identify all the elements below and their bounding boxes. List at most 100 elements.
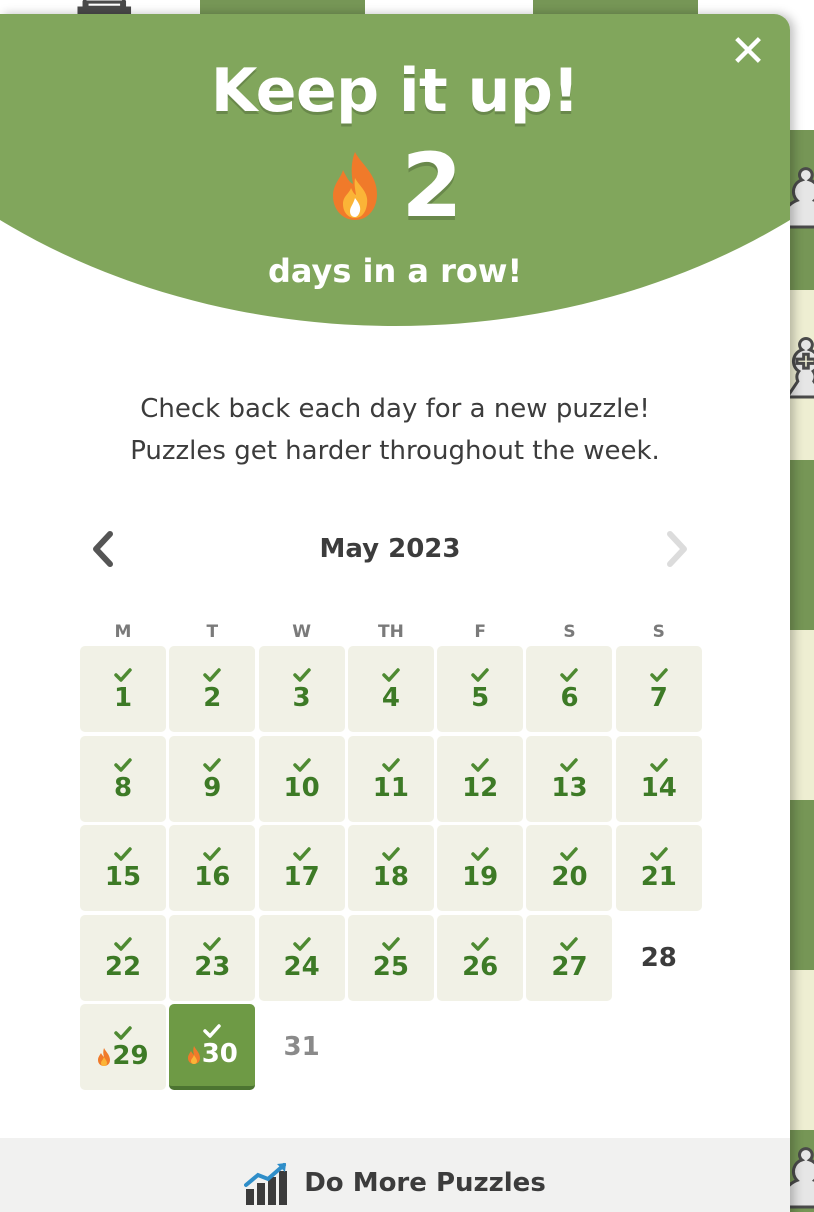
calendar-day[interactable]: 8 [80,735,166,822]
calendar-day[interactable]: 20 [526,825,613,911]
weekday-header: M T W TH F S S [80,622,700,642]
weekday-label: T [206,622,219,642]
check-icon [471,936,489,951]
board-square [790,800,814,970]
day-number: 3 [292,683,311,713]
streak-caption: days in a row! [267,252,523,290]
check-icon [203,757,222,772]
day-number: 14 [640,772,677,803]
calendar-day[interactable]: 14 [615,735,702,822]
day-number: 19 [462,862,499,892]
calendar-day[interactable]: 13 [526,735,613,822]
check-icon [560,668,579,682]
day-number-wrap: 30 [187,1041,238,1067]
board-square [790,970,814,1130]
check-icon [203,1024,222,1038]
check-icon [292,757,311,772]
calendar-day[interactable]: 6 [526,646,613,732]
day-number-wrap: 17 [284,864,320,890]
do-more-puzzles-label: Do More Puzzles [304,1168,546,1198]
check-icon [560,757,579,772]
chevron-right-icon [666,531,687,567]
day-number: 12 [462,772,499,803]
check-icon [114,936,132,951]
check-icon [560,847,579,861]
calendar-day[interactable]: 15 [80,825,166,911]
check-icon [382,847,400,861]
day-number: 16 [194,862,231,892]
day-number-wrap: 18 [373,864,409,890]
weekday-label: S [652,622,665,642]
check-icon [292,668,311,682]
calendar-day[interactable]: 16 [169,825,256,911]
calendar-day[interactable]: 27 [526,914,613,1001]
calendar-day[interactable]: 22 [80,914,166,1001]
do-more-puzzles-button[interactable]: Do More Puzzles [0,1138,790,1212]
day-number: 20 [551,862,588,892]
day-number-wrap: 15 [105,864,141,890]
calendar-day[interactable]: 21 [615,825,702,911]
day-number: 21 [640,862,677,892]
calendar-day[interactable]: 24 [258,914,345,1001]
day-number: 15 [104,862,142,892]
calendar-day[interactable]: 29 [80,1004,166,1090]
calendar-day[interactable]: 5 [437,646,524,732]
day-number: 5 [471,683,490,713]
weekday-label: W [292,622,311,642]
day-number: 31 [283,1032,320,1062]
month-title: May 2023 [319,534,461,564]
previous-month-button[interactable] [80,524,124,574]
check-icon [471,757,489,772]
day-number-wrap: 11 [373,775,409,801]
calendar-day[interactable]: 11 [347,735,434,822]
calendar-day[interactable]: 31 [259,1004,345,1090]
streak-counter: 2 [0,142,790,230]
board-square [790,460,814,630]
month-navigation: May 2023 [80,524,700,574]
check-icon [471,668,489,682]
info-line: Puzzles get harder throughout the week. [130,436,660,466]
day-number: 28 [640,942,677,973]
day-number-wrap: 5 [471,685,489,711]
streak-count: 2 [401,134,463,237]
day-number-wrap: 4 [382,685,400,711]
day-number-wrap: 27 [551,954,587,980]
day-number-wrap: 10 [284,775,320,801]
calendar-day[interactable]: 9 [169,735,256,822]
calendar-day[interactable]: 30 [169,1004,256,1090]
day-number: 23 [194,951,231,982]
calendar-day[interactable]: 25 [347,914,434,1001]
day-number-wrap: 26 [462,954,498,980]
calendar-day[interactable]: 17 [258,825,345,911]
calendar-day[interactable]: 3 [258,646,345,732]
day-number-wrap: 21 [641,864,677,890]
day-number-wrap: 22 [105,954,141,980]
check-icon [114,757,132,772]
calendar-day[interactable]: 12 [437,735,524,822]
chevron-left-icon [93,531,113,567]
next-month-button[interactable] [656,524,700,574]
check-icon [650,668,668,682]
calendar-day[interactable]: 19 [437,825,524,911]
calendar-day[interactable]: 26 [437,914,524,1001]
headline: Keep it up! [210,56,580,126]
day-number: 18 [372,862,409,892]
calendar-day[interactable]: 7 [615,646,702,732]
calendar-day[interactable]: 10 [258,735,345,822]
calendar-day[interactable]: 2 [169,646,256,732]
calendar-day[interactable]: 18 [347,825,434,911]
day-number-wrap: 14 [641,775,677,801]
calendar-day[interactable]: 28 [616,915,702,1001]
day-number: 25 [372,951,409,982]
day-number-wrap: 29 [97,1043,149,1069]
calendar-day[interactable]: 4 [347,646,434,732]
calendar-day[interactable]: 23 [169,914,256,1001]
day-number-wrap: 16 [194,864,230,890]
flame-icon [98,1048,111,1066]
calendar-day[interactable]: 1 [80,646,166,732]
day-number: 1 [113,683,133,713]
check-icon [382,757,400,772]
check-icon [382,936,400,951]
check-icon [382,668,400,682]
check-icon [203,668,222,682]
